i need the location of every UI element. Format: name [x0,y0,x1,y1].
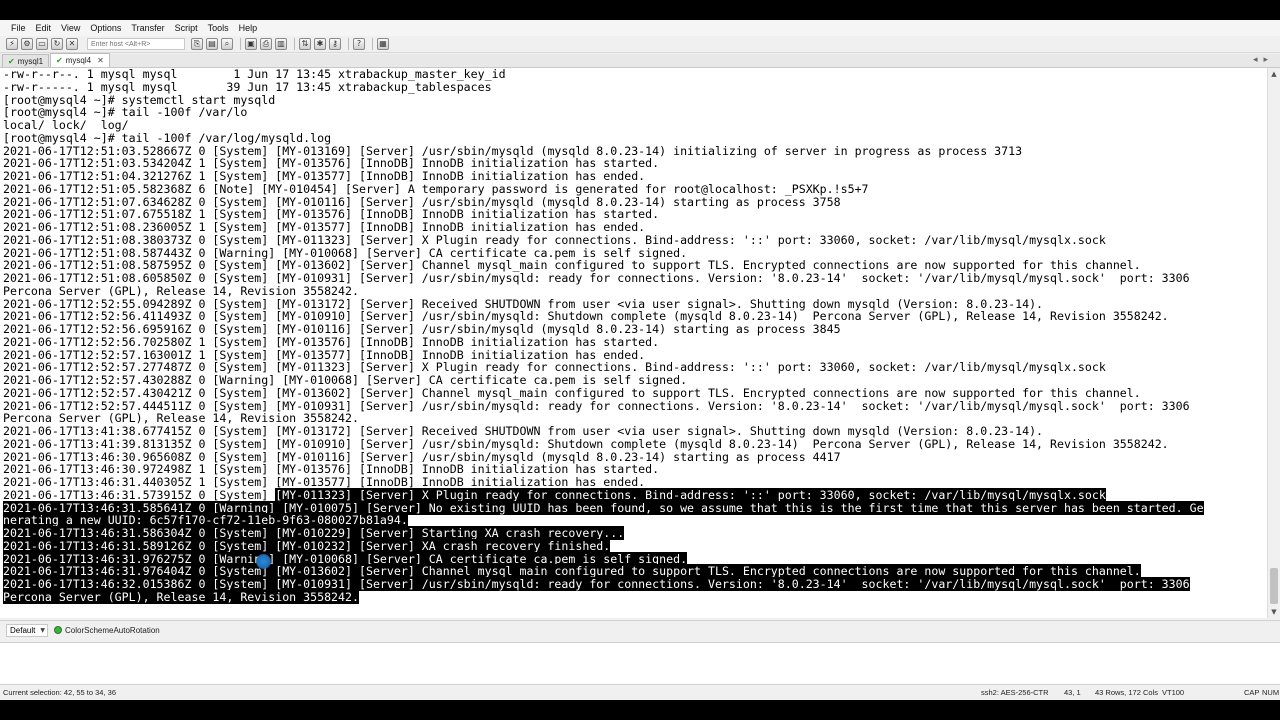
status-cursor-position: 43, 1 [1064,688,1081,697]
print-icon[interactable]: ⎙ [260,38,272,50]
menu-file[interactable]: File [6,23,31,33]
color-scheme-auto-rotation-button[interactable]: ColorSchemeAutoRotation [54,626,160,635]
tab-label: mysql4 [65,56,92,65]
terminal-selection: Percona Server (GPL), Release 14, Revisi… [3,589,359,604]
options-icon[interactable]: ▦ [377,38,389,50]
color-scheme-auto-rotation-label: ColorSchemeAutoRotation [65,625,160,635]
securecrt-window: File Edit View Options Transfer Script T… [0,0,1280,720]
terminal-line: 2021-06-17T13:46:32.015386Z 0 [System] [… [3,577,1204,591]
toolbar-separator [372,38,373,50]
disconnect-icon[interactable]: ✕ [66,38,78,50]
status-terminal-type: VT100 [1162,688,1185,697]
green-dot-icon [54,626,62,634]
status-size: 43 Rows, 172 Cols [1095,688,1158,697]
menu-bar: File Edit View Options Transfer Script T… [0,20,1280,36]
tab-scroll-arrows-icon[interactable]: ◂▸ [1253,55,1274,65]
status-num: NUM [1262,688,1280,697]
connect-icon[interactable]: ⚡ [6,38,18,50]
connected-check-icon: ✔ [8,56,15,66]
print-screen-icon[interactable]: ▥ [275,38,287,50]
terminal-output[interactable]: -rw-r--r--. 1 mysql mysql 1 Jun 17 13:45… [0,68,1267,618]
menu-options[interactable]: Options [85,23,126,33]
status-bar: Current selection: 42, 55 to 34, 36 ssh2… [0,686,1280,700]
keymap-icon[interactable]: ⚷ [329,38,341,50]
terminal-line: 2021-06-17T13:46:31.589126Z 0 [System] [… [3,538,1204,553]
terminal-selection: 2021-06-17T13:46:31.586304Z 0 [System] [… [3,526,625,540]
terminal-selection: [MY-011323] [Server] X Plugin ready for … [275,487,1106,502]
toolbar: ⚡ ⚙ ▭ ↻ ✕ ⎘ ▤ ⌕ ▣ ⎙ ▥ ⇅ ✱ ⚷ ? ▦ [0,36,1280,53]
menu-script[interactable]: Script [170,23,203,33]
host-input[interactable] [87,38,185,50]
mouse-cursor-highlight-icon [256,554,271,569]
color-scheme-value: Default [10,625,36,635]
tab-label: mysql1 [17,56,44,66]
session-tab-bar: ✔ mysql1 ✔ mysql4 ✕ ◂▸ [0,53,1280,68]
terminal-selection: 2021-06-17T13:46:32.015386Z 0 [System] [… [3,577,1190,591]
terminal-line-text: 2021-06-17T13:46:31.573915Z 0 [System] [3,487,276,502]
chevron-down-icon: ▼ [40,626,45,634]
menu-view[interactable]: View [56,23,85,33]
toolbar-separator [294,38,295,50]
status-cipher: ssh2: AES-256-CTR [981,688,1049,697]
quick-connect-icon[interactable]: ⚙ [21,38,33,50]
menu-edit[interactable]: Edit [31,23,57,33]
terminal-selection: 2021-06-17T13:46:31.589126Z 0 [System] [… [3,538,611,553]
terminal-line: [root@mysql4 ~]# tail -100f /var/lo [3,106,1204,119]
menu-transfer[interactable]: Transfer [126,23,169,33]
tab-mysql4[interactable]: ✔ mysql4 ✕ [50,53,110,67]
reconnect-icon[interactable]: ↻ [51,38,63,50]
scroll-up-icon[interactable]: ▲ [1268,68,1280,80]
scrollbar-thumb[interactable] [1270,568,1278,604]
sftp-icon[interactable]: ⇅ [299,38,311,50]
terminal-line: 2021-06-17T13:46:31.573915Z 0 [System] [… [3,487,1204,502]
menu-help[interactable]: Help [234,23,263,33]
command-window[interactable] [0,642,1280,685]
color-scheme-bar: Default ▼ ColorSchemeAutoRotation [0,620,1280,639]
status-caps: CAP [1244,688,1260,697]
settings-icon[interactable]: ✱ [314,38,326,50]
toolbar-separator [348,38,349,50]
color-scheme-select[interactable]: Default ▼ [6,623,48,637]
terminal-lines: -rw-r--r--. 1 mysql mysql 1 Jun 17 13:45… [3,68,1204,604]
help-icon[interactable]: ? [353,38,365,50]
find-icon[interactable]: ⌕ [221,38,233,50]
connected-check-icon: ✔ [56,56,63,65]
paste-icon[interactable]: ▤ [206,38,218,50]
print-setup-icon[interactable]: ▣ [245,38,257,50]
scroll-down-icon[interactable]: ▼ [1268,606,1280,618]
connect-tab-icon[interactable]: ▭ [36,38,48,50]
close-tab-icon[interactable]: ✕ [97,56,104,65]
terminal-line: Percona Server (GPL), Release 14, Revisi… [3,589,1204,604]
toolbar-separator [240,38,241,50]
top-black-bar [0,0,1280,20]
status-selection: Current selection: 42, 55 to 34, 36 [3,688,116,697]
bottom-black-bar [0,700,1280,720]
terminal-scrollbar[interactable]: ▲ ▼ [1267,68,1280,618]
copy-icon[interactable]: ⎘ [191,38,203,50]
menu-tools[interactable]: Tools [203,23,234,33]
terminal-line: 2021-06-17T13:46:31.586304Z 0 [System] [… [3,526,1204,540]
tab-mysql1[interactable]: ✔ mysql1 [2,54,50,67]
